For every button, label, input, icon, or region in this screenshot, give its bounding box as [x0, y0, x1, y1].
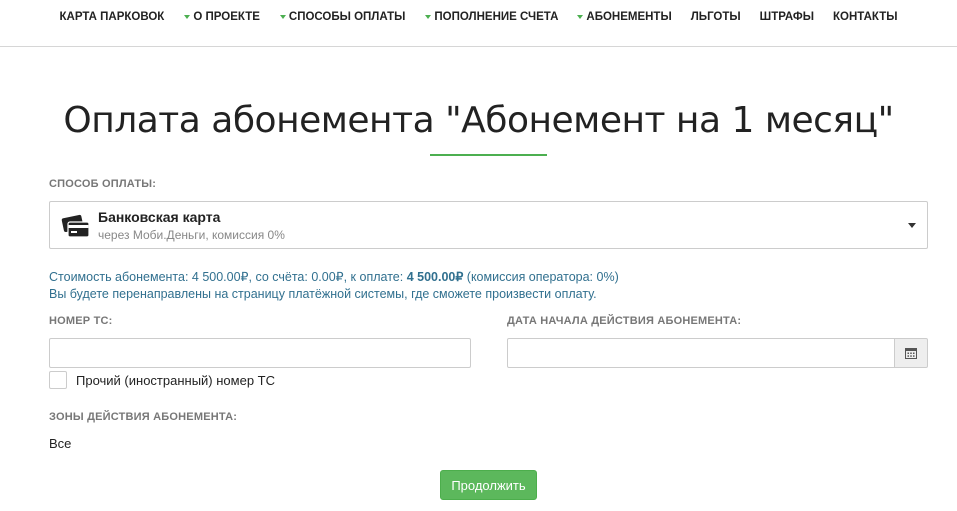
- zones-value: Все: [49, 436, 72, 451]
- payment-method-select[interactable]: Банковская карта через Моби.Деньги, коми…: [49, 201, 928, 249]
- cost-suffix: (комиссия оператора: 0%): [463, 270, 619, 284]
- nav-item-top-up[interactable]: ПОПОЛНЕНИЕ СЧЕТА: [425, 11, 558, 23]
- title-underline: [430, 154, 547, 156]
- redirect-note: Вы будете перенаправлены на страницу пла…: [49, 287, 597, 301]
- foreign-plate-label: Прочий (иностранный) номер ТС: [76, 373, 275, 388]
- nav-item-label: КАРТА ПАРКОВОК: [59, 11, 165, 23]
- nav-item-subscriptions[interactable]: АБОНЕМЕНТЫ: [577, 11, 672, 23]
- nav-item-parking-map[interactable]: КАРТА ПАРКОВОК: [60, 11, 165, 23]
- top-navigation: КАРТА ПАРКОВОК О ПРОЕКТЕ СПОСОБЫ ОПЛАТЫ …: [0, 0, 957, 47]
- zones-label: ЗОНЫ ДЕЙСТВИЯ АБОНЕМЕНТА:: [49, 411, 238, 423]
- nav-item-label: СПОСОБЫ ОПЛАТЫ: [288, 11, 406, 23]
- nav-item-label: АБОНЕМЕНТЫ: [586, 11, 672, 23]
- cost-total: 4 500.00₽: [406, 270, 464, 284]
- foreign-plate-checkbox[interactable]: [49, 371, 67, 389]
- nav-item-contacts[interactable]: КОНТАКТЫ: [833, 11, 897, 23]
- plate-number-input[interactable]: [49, 338, 471, 368]
- nav-item-label: КОНТАКТЫ: [833, 11, 898, 23]
- nav-item-about[interactable]: О ПРОЕКТЕ: [184, 11, 260, 23]
- payment-method-title: Банковская карта: [98, 209, 221, 225]
- page-title: Оплата абонемента "Абонемент на 1 месяц": [63, 100, 894, 141]
- start-date-label: ДАТА НАЧАЛА ДЕЙСТВИЯ АБОНЕМЕНТА:: [507, 315, 742, 327]
- start-date-input[interactable]: [507, 338, 895, 368]
- calendar-button[interactable]: [894, 338, 928, 368]
- nav-item-fines[interactable]: ШТРАФЫ: [760, 11, 814, 23]
- credit-card-icon: [61, 214, 90, 238]
- nav-item-label: ШТРАФЫ: [759, 11, 815, 23]
- payment-method-subtitle: через Моби.Деньги, комиссия 0%: [98, 228, 285, 242]
- chevron-down-icon: [425, 15, 432, 19]
- chevron-down-icon: [908, 223, 916, 228]
- nav-item-label: О ПРОЕКТЕ: [193, 11, 260, 23]
- chevron-down-icon: [184, 15, 191, 19]
- nav-item-label: ПОПОЛНЕНИЕ СЧЕТА: [434, 11, 559, 23]
- chevron-down-icon: [279, 15, 286, 19]
- nav-item-benefits[interactable]: ЛЬГОТЫ: [691, 11, 741, 23]
- nav-item-payment-methods[interactable]: СПОСОБЫ ОПЛАТЫ: [279, 11, 406, 23]
- cost-prefix: Стоимость абонемента: 4 500.00₽, со счёт…: [49, 270, 407, 284]
- continue-button[interactable]: Продолжить: [440, 470, 537, 500]
- calendar-icon: [905, 348, 917, 359]
- cost-info: Стоимость абонемента: 4 500.00₽, со счёт…: [49, 269, 619, 284]
- chevron-down-icon: [577, 15, 584, 19]
- plate-number-label: НОМЕР ТС:: [49, 315, 113, 327]
- payment-method-label: СПОСОБ ОПЛАТЫ:: [49, 178, 157, 190]
- nav-menu: КАРТА ПАРКОВОК О ПРОЕКТЕ СПОСОБЫ ОПЛАТЫ …: [60, 11, 898, 23]
- nav-item-label: ЛЬГОТЫ: [690, 11, 741, 23]
